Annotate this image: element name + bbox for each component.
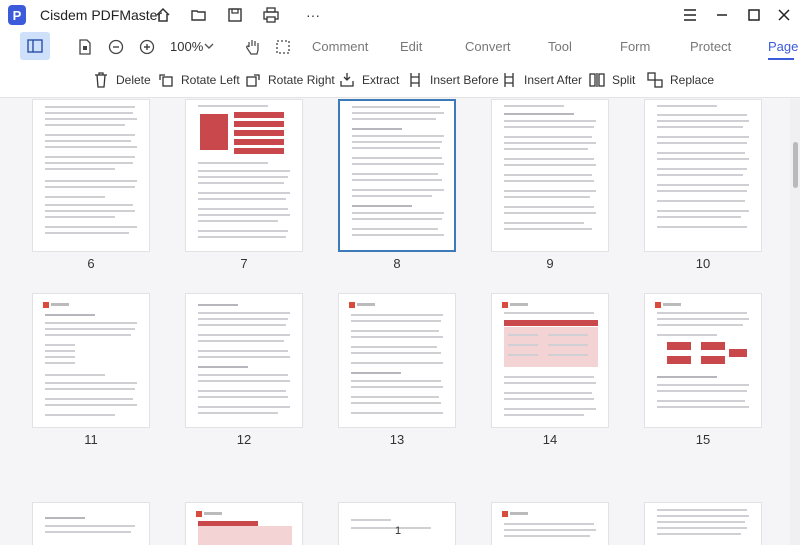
extract-label: Extract: [362, 73, 400, 87]
page-number: 11: [84, 432, 98, 447]
rotate-left-label: Rotate Left: [181, 73, 240, 87]
folder-open-icon[interactable]: [190, 6, 208, 24]
tab-comment[interactable]: Comment: [312, 39, 368, 54]
rotate-right-icon: [244, 71, 262, 89]
scrollbar-thumb[interactable]: [793, 142, 798, 188]
insert-after-icon: [500, 71, 518, 89]
page-thumbnail[interactable]: [644, 99, 762, 252]
page-indicator: 1: [395, 525, 402, 537]
active-tab-indicator: [768, 58, 794, 60]
insert-before-button[interactable]: Insert Before: [406, 70, 499, 90]
delete-button[interactable]: Delete: [92, 70, 151, 90]
replace-button[interactable]: Replace: [646, 70, 714, 90]
rotate-right-button[interactable]: Rotate Right: [244, 70, 335, 90]
close-icon[interactable]: [772, 4, 796, 26]
split-button[interactable]: Split: [588, 70, 635, 90]
page-number: 8: [393, 256, 401, 271]
page-thumbnail[interactable]: [338, 502, 456, 545]
page-number: 7: [240, 256, 248, 271]
page-number: 14: [542, 432, 558, 447]
print-icon[interactable]: [262, 6, 280, 24]
insert-before-icon: [406, 71, 424, 89]
page-number: 6: [87, 256, 95, 271]
page-fit-icon[interactable]: [76, 38, 94, 56]
zoom-out-icon[interactable]: [107, 38, 125, 56]
tab-form[interactable]: Form: [620, 39, 650, 54]
page-thumbnail[interactable]: [491, 293, 609, 428]
page-thumbnail[interactable]: [32, 99, 150, 252]
tab-convert[interactable]: Convert: [465, 39, 511, 54]
insert-after-button[interactable]: Insert After: [500, 70, 582, 90]
hand-tool-icon[interactable]: [244, 38, 262, 56]
hamburger-menu-icon[interactable]: [678, 4, 702, 26]
minimize-icon[interactable]: [710, 4, 734, 26]
home-icon[interactable]: [154, 6, 172, 24]
page-thumbnail[interactable]: [644, 502, 762, 545]
sidebar-toggle-button[interactable]: [20, 32, 50, 60]
page-number: 10: [695, 256, 711, 271]
replace-icon: [646, 71, 664, 89]
zoom-level[interactable]: 100%: [170, 39, 203, 54]
page-thumbnail[interactable]: [185, 502, 303, 545]
insert-after-label: Insert After: [524, 73, 583, 87]
maximize-icon[interactable]: [742, 4, 766, 26]
extract-button[interactable]: Extract: [338, 70, 399, 90]
split-icon: [588, 71, 606, 89]
page-thumbnail[interactable]: [644, 293, 762, 428]
page-number: 15: [695, 432, 711, 447]
marquee-select-icon[interactable]: [274, 38, 292, 56]
app-logo: P: [8, 5, 26, 25]
page-thumbnail[interactable]: [185, 99, 303, 252]
insert-before-label: Insert Before: [430, 73, 499, 87]
page-number: 12: [236, 432, 252, 447]
page-thumbnail[interactable]: [32, 502, 150, 545]
trash-icon: [92, 71, 110, 89]
app-title: Cisdem PDFMaster: [40, 7, 163, 23]
page-number: 9: [546, 256, 554, 271]
zoom-in-icon[interactable]: [138, 38, 156, 56]
rotate-right-label: Rotate Right: [268, 73, 335, 87]
tab-tool[interactable]: Tool: [548, 39, 572, 54]
page-number: 13: [389, 432, 405, 447]
page-thumbnail[interactable]: [338, 293, 456, 428]
page-thumbnail[interactable]: [185, 293, 303, 428]
page-thumbnail[interactable]: [491, 502, 609, 545]
delete-label: Delete: [116, 73, 151, 87]
chevron-down-icon[interactable]: [203, 38, 215, 54]
tab-page[interactable]: Page: [768, 39, 798, 54]
save-icon[interactable]: [226, 6, 244, 24]
page-thumbnail-selected[interactable]: [338, 99, 456, 252]
extract-icon: [338, 71, 356, 89]
replace-label: Replace: [670, 73, 715, 87]
more-options-icon[interactable]: ···: [304, 6, 322, 24]
rotate-left-button[interactable]: Rotate Left: [157, 70, 240, 90]
tab-protect[interactable]: Protect: [690, 39, 731, 54]
page-thumbnail[interactable]: [32, 293, 150, 428]
page-thumbnail[interactable]: [491, 99, 609, 252]
tab-edit[interactable]: Edit: [400, 39, 422, 54]
rotate-left-icon: [157, 71, 175, 89]
split-label: Split: [612, 73, 636, 87]
